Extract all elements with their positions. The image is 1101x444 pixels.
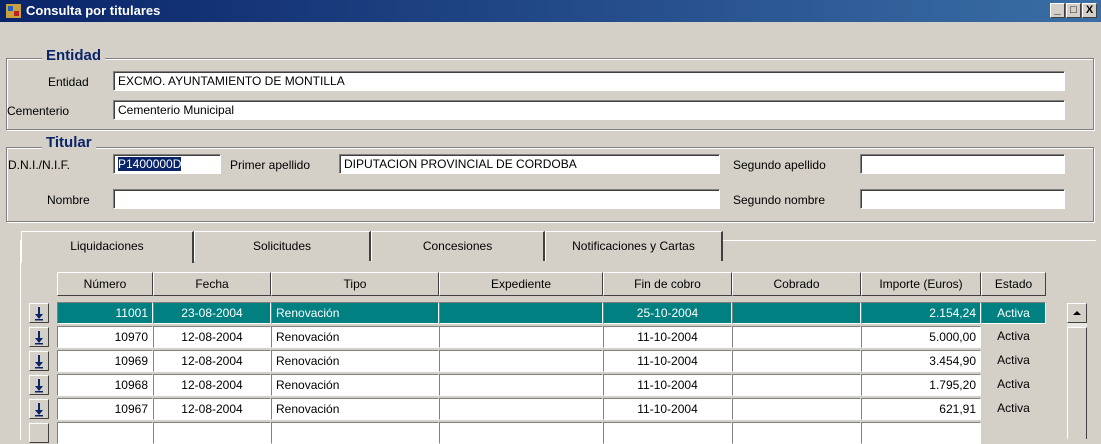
triangle-up-icon — [1073, 311, 1081, 315]
cell-fin-de-cobro[interactable]: 11-10-2004 — [603, 398, 732, 420]
cell-expediente[interactable] — [439, 374, 603, 396]
cell-importe[interactable] — [861, 422, 981, 444]
cell-tipo[interactable]: Renovación — [271, 398, 439, 420]
cell-numero[interactable]: 10970 — [57, 326, 153, 348]
cell-fecha[interactable]: 12-08-2004 — [153, 350, 271, 372]
cell-expediente[interactable] — [439, 326, 603, 348]
cell-fin-de-cobro[interactable]: 11-10-2004 — [603, 374, 732, 396]
cell-fecha[interactable] — [153, 422, 271, 444]
row-detail-button[interactable] — [29, 375, 49, 395]
cell-tipo[interactable]: Renovación — [271, 326, 439, 348]
dni-label: D.N.I./N.I.F. — [8, 158, 71, 172]
column-header-cobrado[interactable]: Cobrado — [732, 272, 861, 296]
cell-estado[interactable]: Activa — [981, 374, 1046, 396]
cell-estado[interactable]: Activa — [981, 302, 1046, 324]
tab-liquidaciones[interactable]: Liquidaciones — [21, 231, 194, 263]
cell-cobrado[interactable] — [732, 422, 861, 444]
primer-apellido-field[interactable]: DIPUTACION PROVINCIAL DE CORDOBA — [339, 154, 720, 174]
row-detail-button[interactable] — [29, 303, 49, 323]
column-header-estado[interactable]: Estado — [981, 272, 1046, 296]
entidad-legend: Entidad — [42, 47, 105, 64]
title-bar[interactable]: Consulta por titulares _ □ X — [0, 0, 1101, 22]
tab-notificaciones[interactable]: Notificaciones y Cartas — [545, 231, 723, 261]
arrow-down-icon — [35, 307, 43, 321]
row-detail-button[interactable] — [29, 399, 49, 419]
cell-numero[interactable]: 10968 — [57, 374, 153, 396]
row-detail-button[interactable] — [29, 327, 49, 347]
nombre-label: Nombre — [47, 193, 90, 207]
column-header-fecha[interactable]: Fecha — [153, 272, 271, 296]
cell-estado[interactable]: Activa — [981, 326, 1046, 348]
cell-expediente[interactable] — [439, 398, 603, 420]
cell-numero[interactable]: 10967 — [57, 398, 153, 420]
cell-fecha[interactable]: 12-08-2004 — [153, 374, 271, 396]
cell-fecha[interactable]: 23-08-2004 — [153, 302, 271, 324]
arrow-down-icon — [35, 355, 43, 369]
cell-importe[interactable]: 621,91 — [861, 398, 981, 420]
cell-importe[interactable]: 3.454,90 — [861, 350, 981, 372]
scroll-thumb[interactable] — [1067, 327, 1087, 439]
cell-numero[interactable]: 11001 — [57, 302, 153, 324]
column-header-tipo[interactable]: Tipo — [271, 272, 439, 296]
cell-tipo[interactable] — [271, 422, 439, 444]
cell-cobrado[interactable] — [732, 398, 861, 420]
cementerio-field[interactable]: Cementerio Municipal — [113, 100, 1065, 120]
entidad-field[interactable]: EXCMO. AYUNTAMIENTO DE MONTILLA — [113, 71, 1065, 91]
segundo-nombre-label: Segundo nombre — [733, 193, 826, 207]
column-header-importe[interactable]: Importe (Euros) — [861, 272, 981, 296]
segundo-apellido-label: Segundo apellido — [733, 158, 826, 172]
cell-fin-de-cobro[interactable]: 11-10-2004 — [603, 326, 732, 348]
column-header-expediente[interactable]: Expediente — [439, 272, 603, 296]
nombre-field[interactable] — [113, 189, 720, 209]
cell-fin-de-cobro[interactable]: 11-10-2004 — [603, 350, 732, 372]
cell-cobrado[interactable] — [732, 326, 861, 348]
cell-importe[interactable]: 5.000,00 — [861, 326, 981, 348]
cell-fecha[interactable]: 12-08-2004 — [153, 398, 271, 420]
entidad-label: Entidad — [48, 75, 89, 89]
arrow-down-icon — [35, 403, 43, 417]
row-detail-button[interactable] — [29, 423, 49, 443]
cell-importe[interactable]: 2.154,24 — [861, 302, 981, 324]
maximize-button[interactable]: □ — [1066, 3, 1081, 18]
cell-fin-de-cobro[interactable]: 25-10-2004 — [603, 302, 732, 324]
cell-estado[interactable]: Activa — [981, 398, 1046, 420]
cell-cobrado[interactable] — [732, 302, 861, 324]
titular-legend: Titular — [42, 134, 96, 151]
row-detail-button[interactable] — [29, 351, 49, 371]
cell-tipo[interactable]: Renovación — [271, 350, 439, 372]
dni-field[interactable]: P1400000D — [113, 154, 221, 174]
scroll-up-button[interactable] — [1067, 303, 1087, 323]
cell-tipo[interactable]: Renovación — [271, 302, 439, 324]
arrow-down-icon — [35, 379, 43, 393]
primer-apellido-label: Primer apellido — [230, 158, 311, 172]
cementerio-label: Cementerio — [7, 104, 70, 118]
segundo-apellido-field[interactable] — [860, 154, 1065, 174]
cell-numero[interactable] — [57, 422, 153, 444]
tab-solicitudes[interactable]: Solicitudes — [194, 231, 371, 261]
cell-expediente[interactable] — [439, 422, 603, 444]
column-header-fin-de-cobro[interactable]: Fin de cobro — [603, 272, 732, 296]
cell-cobrado[interactable] — [732, 350, 861, 372]
close-button[interactable]: X — [1082, 3, 1097, 18]
cell-tipo[interactable]: Renovación — [271, 374, 439, 396]
cell-fecha[interactable]: 12-08-2004 — [153, 326, 271, 348]
cell-fin-de-cobro[interactable] — [603, 422, 732, 444]
arrow-down-icon — [35, 331, 43, 345]
cell-expediente[interactable] — [439, 350, 603, 372]
minimize-button[interactable]: _ — [1050, 3, 1065, 18]
dni-value: P1400000D — [118, 157, 182, 171]
tab-concesiones[interactable]: Concesiones — [371, 231, 545, 261]
cell-importe[interactable]: 1.795,20 — [861, 374, 981, 396]
cell-estado[interactable]: Activa — [981, 350, 1046, 372]
cell-numero[interactable]: 10969 — [57, 350, 153, 372]
segundo-nombre-field[interactable] — [860, 189, 1065, 209]
column-header-numero[interactable]: Número — [57, 272, 153, 296]
cell-expediente[interactable] — [439, 302, 603, 324]
window-title: Consulta por titulares — [26, 3, 161, 18]
vertical-scrollbar[interactable] — [1067, 303, 1087, 439]
app-icon — [6, 4, 21, 18]
cell-cobrado[interactable] — [732, 374, 861, 396]
